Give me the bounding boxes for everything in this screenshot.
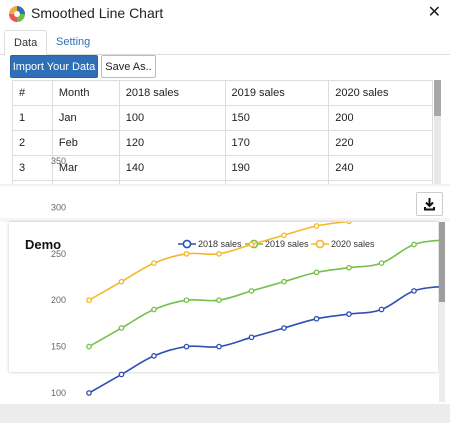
data-point[interactable]	[248, 241, 255, 248]
data-point[interactable]	[248, 334, 255, 341]
data-point[interactable]	[378, 306, 385, 313]
data-point[interactable]	[411, 288, 417, 294]
line-chart: 100 150 200 250 300 350	[51, 156, 448, 398]
data-point[interactable]	[313, 223, 320, 229]
data-point[interactable]	[281, 325, 287, 331]
bottom-bar	[0, 404, 450, 423]
data-point[interactable]	[411, 241, 417, 248]
data-point[interactable]	[346, 311, 352, 317]
chart-dialog: Smoothed Line Chart ✕ Data Setting Impor…	[0, 0, 450, 423]
data-point[interactable]	[281, 232, 287, 239]
data-point[interactable]	[183, 250, 190, 257]
data-point[interactable]	[118, 371, 125, 378]
data-point[interactable]	[346, 219, 352, 225]
data-point[interactable]	[183, 343, 190, 350]
data-point[interactable]	[216, 297, 222, 304]
data-point[interactable]	[86, 390, 92, 396]
data-point[interactable]	[151, 260, 157, 266]
data-point[interactable]	[151, 306, 157, 313]
series-line-2020	[88, 222, 350, 301]
data-point[interactable]	[444, 191, 448, 195]
data-point[interactable]	[313, 269, 320, 276]
data-point[interactable]	[248, 288, 255, 294]
y-tick-label: 300	[51, 202, 66, 212]
chart-scrollbar[interactable]	[439, 222, 445, 402]
data-point[interactable]	[378, 260, 385, 266]
y-tick-label: 200	[51, 295, 66, 305]
data-point[interactable]	[183, 297, 190, 304]
y-tick-label: 350	[51, 156, 66, 166]
data-point[interactable]	[313, 315, 320, 322]
series-line-2018	[88, 286, 439, 394]
data-point[interactable]	[118, 325, 125, 331]
chart-scrollbar-thumb[interactable]	[439, 222, 445, 302]
data-point[interactable]	[379, 214, 383, 218]
y-tick-label: 250	[51, 249, 66, 259]
data-point[interactable]	[216, 250, 222, 257]
data-point[interactable]	[412, 196, 416, 200]
data-point[interactable]	[151, 353, 157, 359]
data-point[interactable]	[86, 297, 92, 304]
y-tick-label: 150	[51, 342, 66, 352]
data-point[interactable]	[346, 264, 352, 271]
data-point[interactable]	[281, 278, 287, 285]
data-point[interactable]	[118, 278, 125, 285]
data-point[interactable]	[216, 343, 222, 350]
data-point[interactable]	[86, 343, 92, 350]
series-line-2019	[88, 239, 439, 348]
y-tick-label: 100	[51, 388, 66, 398]
